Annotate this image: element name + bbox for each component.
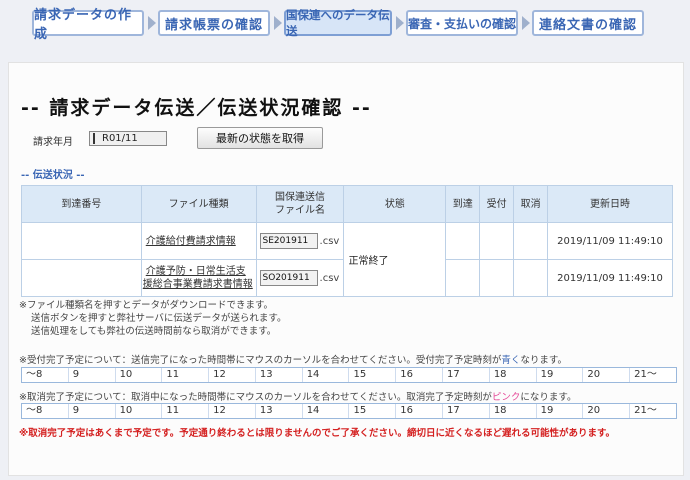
accept-schedule-note: ※受付完了予定について：送信完了になった時間帯にマウスのカーソルを合わせてくださ… bbox=[19, 352, 567, 366]
hour-slot[interactable]: 16 bbox=[396, 404, 444, 418]
state-cell: 正常終了 bbox=[343, 222, 447, 297]
file-name-cell: SO201911 .csv bbox=[255, 259, 345, 297]
hour-slot[interactable]: 9 bbox=[69, 404, 116, 418]
hour-slot[interactable]: 18 bbox=[490, 368, 537, 382]
cancelled-cell bbox=[513, 259, 549, 297]
hour-slot[interactable]: 12 bbox=[209, 404, 256, 418]
hour-slot[interactable]: 10 bbox=[116, 368, 163, 382]
accept-note-highlight: 青く bbox=[501, 355, 521, 366]
accept-note-suffix: なります。 bbox=[520, 355, 567, 366]
table-header-row: 到達番号 ファイル種類 国保連送信 ファイル名 状態 到達 受付 取消 更新日時 bbox=[21, 185, 673, 223]
cancel-note-suffix: になります。 bbox=[520, 392, 577, 403]
hour-slot[interactable]: 10 bbox=[116, 404, 163, 418]
hour-slot[interactable]: 21～ bbox=[630, 368, 676, 382]
step-data-transmission[interactable]: 国保連へのデータ伝送 bbox=[284, 8, 392, 38]
page-title: -- 請求データ伝送／伝送状況確認 -- bbox=[21, 97, 372, 119]
updated-cell: 2019/11/09 11:49:10 bbox=[547, 259, 673, 297]
usage-notes: ※ファイル種類名を押すとデータがダウンロードできます。 送信ボタンを押すと弊社サ… bbox=[19, 299, 286, 338]
cancel-hours-bar: ～8 9 10 11 12 13 14 15 16 17 18 19 20 21… bbox=[21, 403, 677, 419]
status-section-heading: -- 伝送状況 -- bbox=[21, 170, 85, 181]
col-header-updated: 更新日時 bbox=[547, 185, 673, 223]
note-line: 送信ボタンを押すと弊社サーバに伝送データが送られます。 bbox=[31, 313, 287, 324]
arrival-no-cell bbox=[21, 222, 142, 260]
accept-note-text: ※受付完了予定について：送信完了になった時間帯にマウスのカーソルを合わせてくださ… bbox=[19, 355, 502, 366]
cancel-schedule-note: ※取消完了予定について：取消中になった時間帯にマウスのカーソルを合わせてください… bbox=[19, 389, 576, 403]
cancel-note-text: ※取消完了予定について：取消中になった時間帯にマウスのカーソルを合わせてください… bbox=[19, 392, 492, 403]
billing-month-label: 請求年月 bbox=[33, 137, 73, 148]
col-header-arrival-no: 到達番号 bbox=[21, 185, 142, 223]
accept-hours-bar: ～8 9 10 11 12 13 14 15 16 17 18 19 20 21… bbox=[21, 367, 677, 383]
cancel-warning: ※取消完了予定はあくまで予定です。予定通り終わるとは限りませんのでご了承ください… bbox=[19, 428, 616, 439]
col-header-arrived: 到達 bbox=[445, 185, 481, 223]
file-type-cell: 介護給付費請求情報 bbox=[140, 222, 257, 260]
file-extension: .csv bbox=[319, 273, 340, 284]
col-header-cancelled: 取消 bbox=[513, 185, 549, 223]
file-name-field[interactable]: SE201911 bbox=[259, 233, 318, 249]
note-line: 送信処理をしても弊社の伝送時間前なら取消ができます。 bbox=[31, 326, 277, 337]
hour-slot[interactable]: ～8 bbox=[22, 404, 69, 418]
refresh-status-button[interactable]: 最新の状態を取得 bbox=[197, 127, 323, 149]
file-type-cell: 介護予防・日常生活支援総合事業費請求書情報 bbox=[140, 259, 257, 297]
hour-slot[interactable]: 14 bbox=[303, 368, 350, 382]
hour-slot[interactable]: 15 bbox=[349, 368, 397, 382]
field-marker-icon bbox=[93, 133, 95, 144]
step-check-billing-forms[interactable]: 請求帳票の確認 bbox=[158, 10, 270, 36]
workflow-steps: 請求データの作成 請求帳票の確認 国保連へのデータ伝送 審査・支払いの確認 連絡… bbox=[0, 0, 690, 50]
file-name-cell: SE201911 .csv bbox=[255, 222, 345, 260]
note-line: ※ファイル種類名を押すとデータがダウンロードできます。 bbox=[19, 300, 274, 311]
hour-slot[interactable]: 13 bbox=[256, 404, 303, 418]
col-header-file-name: 国保連送信 ファイル名 bbox=[255, 185, 345, 223]
arrival-no-cell bbox=[21, 259, 142, 297]
hour-slot[interactable]: 15 bbox=[349, 404, 397, 418]
hour-slot[interactable]: 19 bbox=[537, 368, 584, 382]
accepted-cell bbox=[479, 222, 515, 260]
hour-slot[interactable]: 20 bbox=[583, 368, 631, 382]
transmission-status-table: 到達番号 ファイル種類 国保連送信 ファイル名 状態 到達 受付 取消 更新日時… bbox=[21, 185, 673, 297]
file-name-field[interactable]: SO201911 bbox=[259, 270, 318, 286]
hour-slot[interactable]: ～8 bbox=[22, 368, 69, 382]
updated-cell: 2019/11/09 11:49:10 bbox=[547, 222, 673, 260]
hour-slot[interactable]: 14 bbox=[303, 404, 350, 418]
hour-slot[interactable]: 19 bbox=[537, 404, 584, 418]
hour-slot[interactable]: 11 bbox=[162, 368, 210, 382]
hour-slot[interactable]: 17 bbox=[443, 404, 490, 418]
col-header-state: 状態 bbox=[343, 185, 447, 223]
billing-month-field[interactable]: R01/11 bbox=[89, 131, 167, 146]
hour-slot[interactable]: 11 bbox=[162, 404, 210, 418]
step-review-payment[interactable]: 審査・支払いの確認 bbox=[406, 10, 518, 36]
step-create-billing-data[interactable]: 請求データの作成 bbox=[32, 8, 144, 42]
step-arrow-icon bbox=[522, 16, 530, 30]
accepted-cell bbox=[479, 259, 515, 297]
step-arrow-icon bbox=[148, 16, 156, 30]
cancelled-cell bbox=[513, 222, 549, 260]
step-arrow-icon bbox=[274, 16, 282, 30]
billing-month-value: R01/11 bbox=[102, 133, 138, 144]
file-type-link[interactable]: 介護給付費請求情報 bbox=[143, 236, 236, 247]
hour-slot[interactable]: 20 bbox=[583, 404, 631, 418]
main-panel: -- 請求データ伝送／伝送状況確認 -- 請求年月 R01/11 最新の状態を取… bbox=[8, 62, 684, 476]
arrived-cell bbox=[445, 222, 481, 260]
cancel-note-highlight: ピンク bbox=[491, 392, 521, 403]
arrived-cell bbox=[445, 259, 481, 297]
hour-slot[interactable]: 16 bbox=[396, 368, 444, 382]
col-header-file-type: ファイル種類 bbox=[140, 185, 257, 223]
table-row: 介護給付費請求情報 SE201911 .csv 正常終了 2019/11/09 1… bbox=[21, 222, 673, 297]
hour-slot[interactable]: 17 bbox=[443, 368, 490, 382]
file-type-link[interactable]: 介護予防・日常生活支援総合事業費請求書情報 bbox=[143, 266, 253, 290]
hour-slot[interactable]: 9 bbox=[69, 368, 116, 382]
hour-slot[interactable]: 12 bbox=[209, 368, 256, 382]
hour-slot[interactable]: 21～ bbox=[630, 404, 676, 418]
step-notice-documents[interactable]: 連絡文書の確認 bbox=[532, 10, 644, 36]
hour-slot[interactable]: 18 bbox=[490, 404, 537, 418]
col-header-accepted: 受付 bbox=[479, 185, 515, 223]
step-arrow-icon bbox=[396, 16, 404, 30]
file-extension: .csv bbox=[319, 236, 340, 247]
hour-slot[interactable]: 13 bbox=[256, 368, 303, 382]
